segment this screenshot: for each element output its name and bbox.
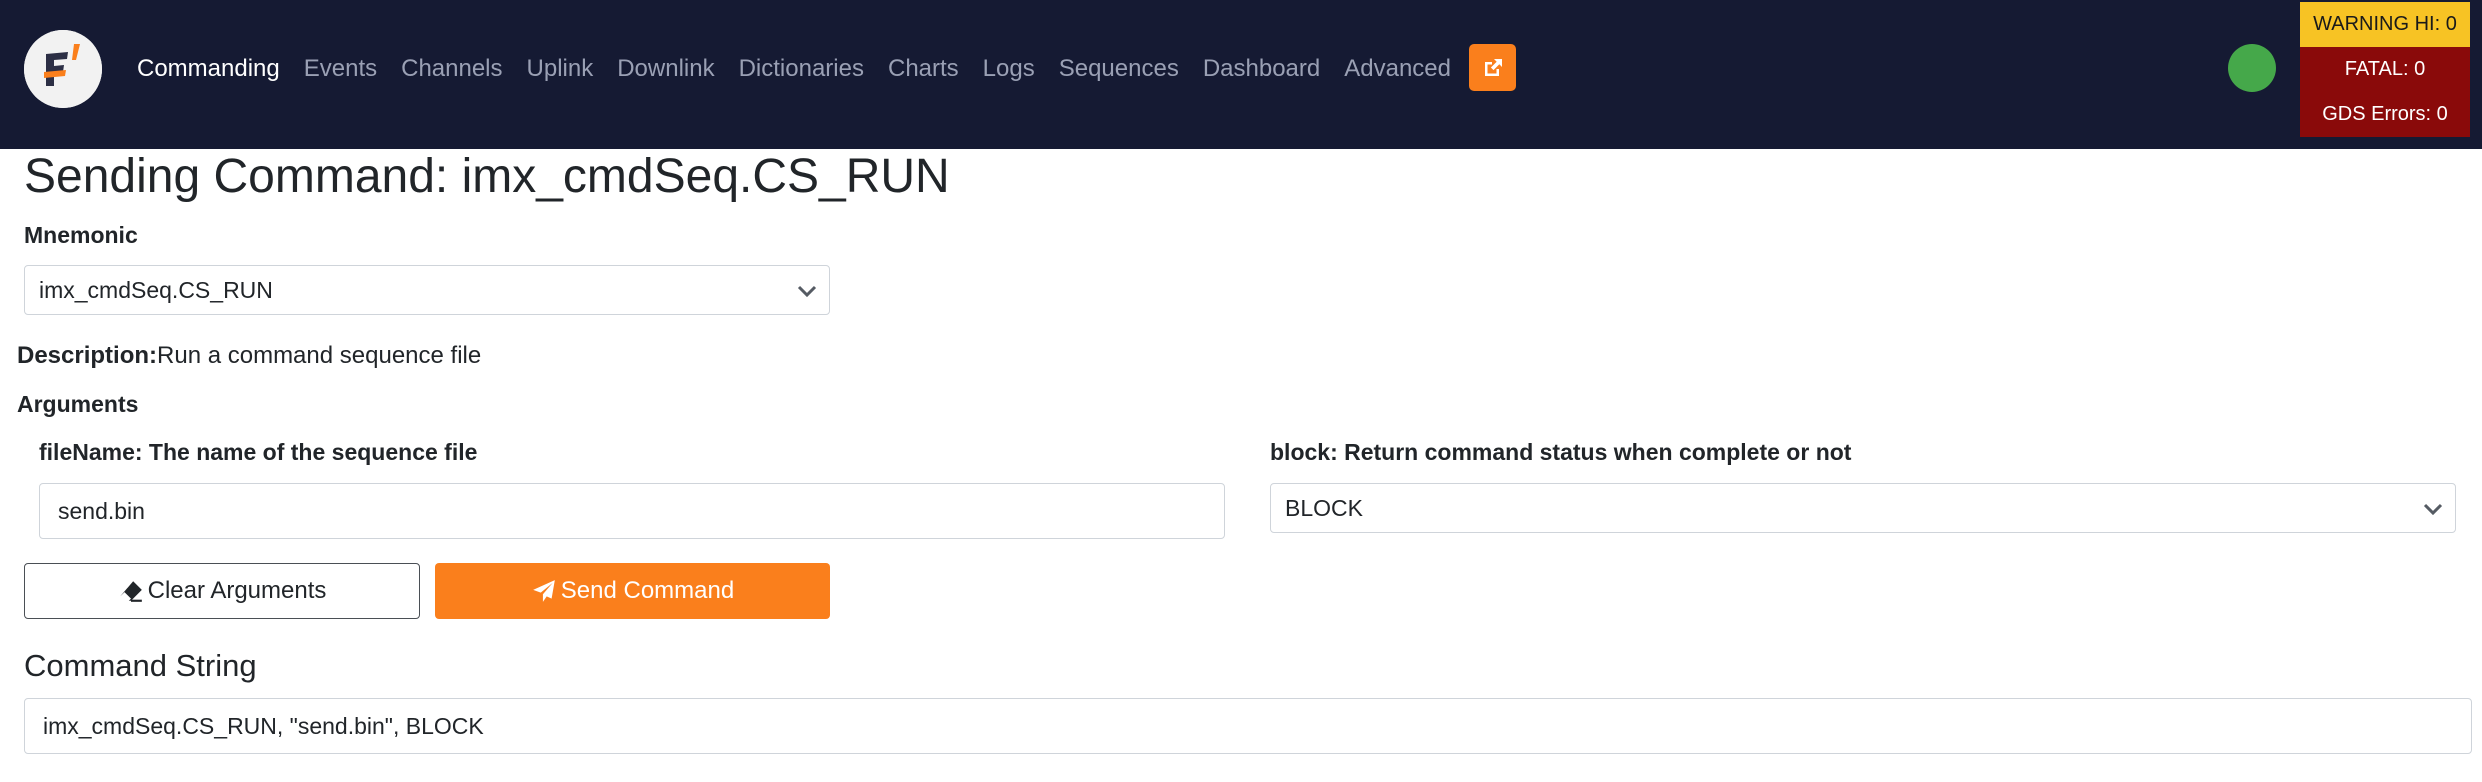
block-select[interactable]: BLOCK bbox=[1270, 483, 2456, 533]
mnemonic-label: Mnemonic bbox=[24, 222, 138, 248]
external-link-icon bbox=[1484, 58, 1502, 76]
description-text: Run a command sequence file bbox=[157, 342, 482, 369]
chevron-down-icon bbox=[797, 285, 817, 298]
alert-counters: WARNING HI: 0 FATAL: 0 GDS Errors: 0 bbox=[2300, 2, 2470, 137]
nav-links: Commanding Events Channels Uplink Downli… bbox=[137, 0, 1475, 137]
external-link-button[interactable] bbox=[1469, 44, 1516, 91]
nav-link-events[interactable]: Events bbox=[304, 55, 377, 83]
clear-arguments-label: Clear Arguments bbox=[147, 577, 327, 604]
nav-link-advanced[interactable]: Advanced bbox=[1344, 55, 1451, 83]
block-arg-label: block: Return command status when comple… bbox=[1270, 439, 1852, 465]
nav-link-sequences[interactable]: Sequences bbox=[1059, 55, 1179, 83]
filename-arg-label: fileName: The name of the sequence file bbox=[39, 439, 478, 465]
nav-link-charts[interactable]: Charts bbox=[888, 55, 959, 83]
send-command-button[interactable]: Send Command bbox=[435, 563, 830, 619]
nav-link-channels[interactable]: Channels bbox=[401, 55, 502, 83]
clear-arguments-button[interactable]: Clear Arguments bbox=[24, 563, 420, 619]
nav-link-logs[interactable]: Logs bbox=[983, 55, 1035, 83]
nav-link-dictionaries[interactable]: Dictionaries bbox=[739, 55, 864, 83]
nav-link-downlink[interactable]: Downlink bbox=[617, 55, 714, 83]
nav-link-commanding[interactable]: Commanding bbox=[137, 55, 280, 83]
fprime-logo[interactable] bbox=[24, 30, 102, 108]
mnemonic-select-value: imx_cmdSeq.CS_RUN bbox=[39, 276, 273, 303]
page-title: Sending Command: imx_cmdSeq.CS_RUN bbox=[24, 150, 950, 203]
block-select-value: BLOCK bbox=[1285, 494, 1363, 521]
eraser-icon bbox=[119, 581, 142, 602]
chevron-down-icon bbox=[2423, 503, 2443, 516]
command-string-field[interactable]: imx_cmdSeq.CS_RUN, "send.bin", BLOCK bbox=[24, 698, 2472, 754]
filename-input-value: send.bin bbox=[58, 497, 145, 524]
command-description: Description:Run a command sequence file bbox=[17, 342, 481, 370]
warning-hi-counter[interactable]: WARNING HI: 0 bbox=[2300, 2, 2470, 47]
nav-link-uplink[interactable]: Uplink bbox=[527, 55, 594, 83]
top-navbar: Commanding Events Channels Uplink Downli… bbox=[0, 0, 2482, 149]
arguments-label: Arguments bbox=[17, 391, 139, 417]
command-string-value: imx_cmdSeq.CS_RUN, "send.bin", BLOCK bbox=[43, 712, 484, 739]
fatal-counter[interactable]: FATAL: 0 bbox=[2300, 47, 2470, 92]
mnemonic-select[interactable]: imx_cmdSeq.CS_RUN bbox=[24, 265, 830, 315]
connection-status-indicator bbox=[2228, 44, 2276, 92]
paper-plane-icon bbox=[532, 580, 555, 602]
fprime-logo-icon bbox=[24, 30, 102, 108]
command-string-title: Command String bbox=[24, 648, 257, 683]
nav-link-dashboard[interactable]: Dashboard bbox=[1203, 55, 1320, 83]
send-command-label: Send Command bbox=[560, 577, 735, 604]
filename-input[interactable]: send.bin bbox=[39, 483, 1225, 539]
gds-errors-counter[interactable]: GDS Errors: 0 bbox=[2300, 92, 2470, 137]
description-label: Description: bbox=[17, 342, 158, 369]
